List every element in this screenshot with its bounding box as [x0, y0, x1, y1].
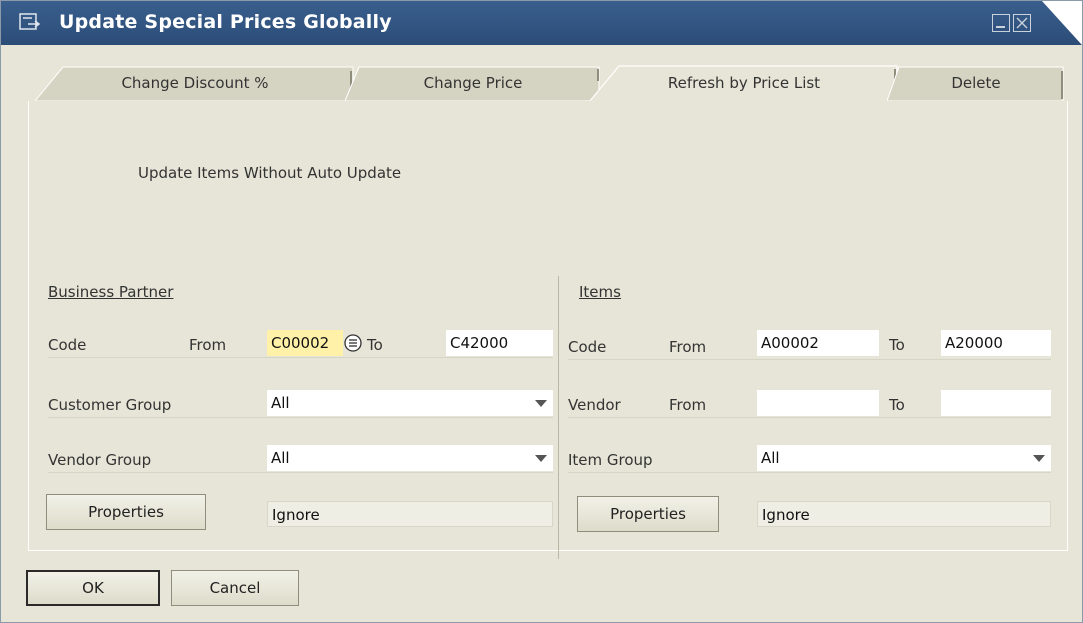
chevron-down-icon	[535, 400, 547, 407]
bp-to-label: To	[367, 336, 383, 354]
business-partner-heading: Business Partner	[48, 283, 174, 301]
row-separator	[48, 357, 553, 358]
bp-from-label: From	[189, 336, 227, 354]
tab-label: Refresh by Price List	[667, 74, 821, 92]
row-separator	[568, 359, 1051, 360]
items-code-label: Code	[568, 338, 607, 356]
tab-label: Change Discount %	[121, 74, 269, 92]
update-items-option[interactable]: Update Items Without Auto Update	[138, 164, 401, 182]
section-divider	[558, 276, 559, 559]
title-bar-corner	[1042, 1, 1082, 45]
bp-properties-button[interactable]: Properties	[46, 494, 206, 530]
bp-code-label: Code	[48, 336, 87, 354]
customer-group-select[interactable]: All	[267, 390, 553, 416]
vendor-from-field[interactable]	[757, 390, 879, 416]
close-button[interactable]	[1013, 14, 1031, 32]
tab-delete[interactable]: Delete	[887, 65, 1065, 101]
title-bar[interactable]: Update Special Prices Globally	[1, 1, 1082, 45]
row-separator	[568, 472, 1051, 473]
tab-label: Delete	[951, 74, 1001, 92]
vendor-to-label: To	[889, 396, 905, 414]
chevron-down-icon	[535, 455, 547, 462]
choose-from-list-icon[interactable]	[344, 334, 362, 352]
items-properties-button[interactable]: Properties	[577, 496, 719, 532]
window-menu-icon[interactable]	[19, 13, 41, 31]
item-group-value: All	[761, 449, 780, 467]
bp-code-from-field[interactable]: C00002	[267, 330, 343, 356]
item-group-label: Item Group	[568, 451, 653, 469]
item-group-select[interactable]: All	[757, 445, 1051, 471]
vendor-from-label: From	[669, 396, 707, 414]
customer-group-value: All	[271, 394, 290, 412]
vendor-group-label: Vendor Group	[48, 451, 152, 469]
vendor-group-select[interactable]: All	[267, 445, 553, 471]
customer-group-label: Customer Group	[48, 396, 172, 414]
vendor-to-field[interactable]	[941, 390, 1051, 416]
tab-refresh-by-price-list[interactable]: Refresh by Price List	[589, 65, 899, 102]
items-properties-field: Ignore	[757, 501, 1051, 527]
row-separator	[48, 417, 553, 418]
vendor-group-value: All	[271, 449, 290, 467]
ok-button[interactable]: OK	[26, 570, 160, 606]
items-code-from-field[interactable]: A00002	[757, 330, 879, 356]
chevron-down-icon	[1033, 455, 1045, 462]
tab-change-discount[interactable]: Change Discount %	[35, 65, 355, 101]
minimize-button[interactable]	[992, 14, 1010, 32]
items-code-to-field[interactable]: A20000	[941, 330, 1051, 356]
window-title: Update Special Prices Globally	[59, 11, 392, 33]
row-separator	[568, 417, 1051, 418]
tab-change-price[interactable]: Change Price	[345, 65, 601, 101]
items-heading: Items	[579, 283, 621, 301]
row-separator	[48, 472, 553, 473]
vendor-label: Vendor	[568, 396, 621, 414]
items-to-label: To	[889, 336, 905, 354]
bp-code-to-field[interactable]: C42000	[446, 330, 553, 356]
dialog-window: Update Special Prices Globally Change Di…	[0, 0, 1083, 623]
bp-properties-field: Ignore	[267, 501, 553, 527]
close-icon	[1016, 17, 1028, 29]
cancel-button[interactable]: Cancel	[171, 570, 299, 606]
tab-label: Change Price	[423, 74, 523, 92]
items-from-label: From	[669, 338, 707, 356]
